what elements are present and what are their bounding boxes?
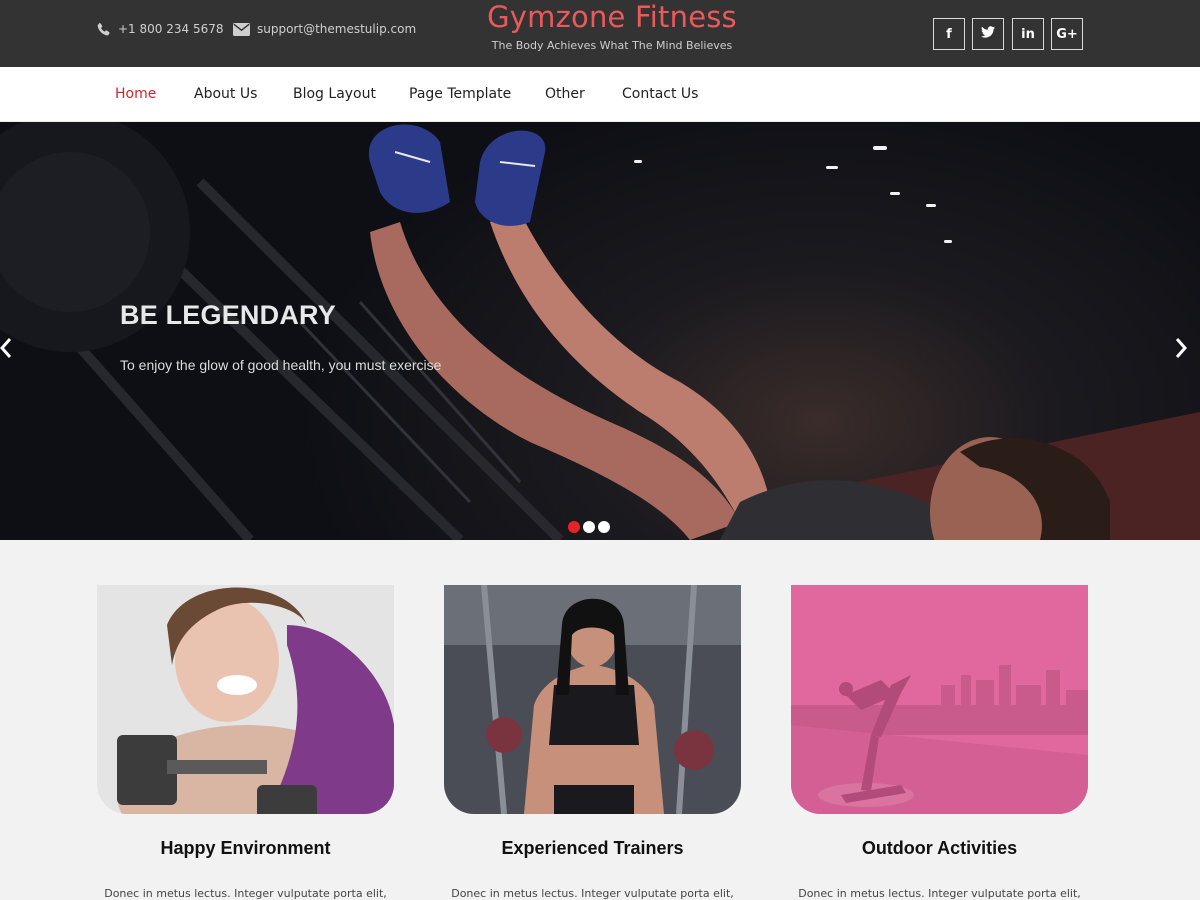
slider-dot-3[interactable] [598,521,610,533]
feature-card: Outdoor Activities Donec in metus lectus… [791,585,1088,900]
facebook-button[interactable]: f [933,18,965,50]
nav-item-about-us[interactable]: About Us [194,86,257,102]
feature-image[interactable] [444,585,741,814]
site-brand[interactable]: Gymzone Fitness The Body Achieves What T… [412,0,812,52]
feature-card: Experienced Trainers Donec in metus lect… [444,585,741,900]
hero-subtext: To enjoy the glow of good health, you mu… [120,357,442,373]
main-navigation: Home About Us Blog Layout Page Template … [0,67,1200,122]
nav-item-home[interactable]: Home [115,86,156,102]
google-plus-button[interactable]: G+ [1051,18,1083,50]
slider-dot-1[interactable] [568,521,580,533]
nav-item-other[interactable]: Other [545,86,585,102]
hero-heading: BE LEGENDARY [120,300,336,330]
twitter-icon [981,26,995,42]
slider-prev-button[interactable] [0,337,20,361]
nav-item-contact-us[interactable]: Contact Us [622,86,698,102]
google-plus-icon: G+ [1056,26,1078,42]
hero-background-image [0,122,1200,540]
linkedin-button[interactable]: in [1012,18,1044,50]
slider-pagination [568,521,610,533]
slider-next-button[interactable] [1172,337,1192,361]
hero-slider: BE LEGENDARY To enjoy the glow of good h… [0,122,1200,540]
top-bar: +1 800 234 5678 support@themestulip.com … [0,0,1200,67]
phone-contact[interactable]: +1 800 234 5678 [96,19,223,39]
facebook-icon: f [946,26,952,42]
feature-description: Donec in metus lectus. Integer vulputate… [798,887,1081,900]
email-address: support@themestulip.com [257,22,417,36]
feature-description: Donec in metus lectus. Integer vulputate… [451,887,734,900]
feature-title: Outdoor Activities [861,838,1018,858]
feature-image[interactable] [97,585,394,814]
phone-icon [96,22,111,37]
slider-dot-2[interactable] [583,521,595,533]
chevron-left-icon [0,338,12,358]
chevron-right-icon [1175,338,1188,358]
feature-title: Happy Environment [160,838,331,858]
email-contact[interactable]: support@themestulip.com [233,19,416,39]
site-title[interactable]: Gymzone Fitness [412,0,812,34]
phone-number: +1 800 234 5678 [118,22,224,36]
linkedin-icon: in [1021,26,1035,42]
twitter-button[interactable] [972,18,1004,50]
nav-item-page-template[interactable]: Page Template [409,86,511,102]
nav-item-blog-layout[interactable]: Blog Layout [293,86,376,102]
feature-image[interactable] [791,585,1088,814]
site-tagline: The Body Achieves What The Mind Believes [491,39,733,52]
feature-card: Happy Environment Donec in metus lectus.… [97,585,394,900]
feature-title: Experienced Trainers [501,838,684,858]
envelope-icon [233,22,250,36]
feature-description: Donec in metus lectus. Integer vulputate… [104,887,387,900]
